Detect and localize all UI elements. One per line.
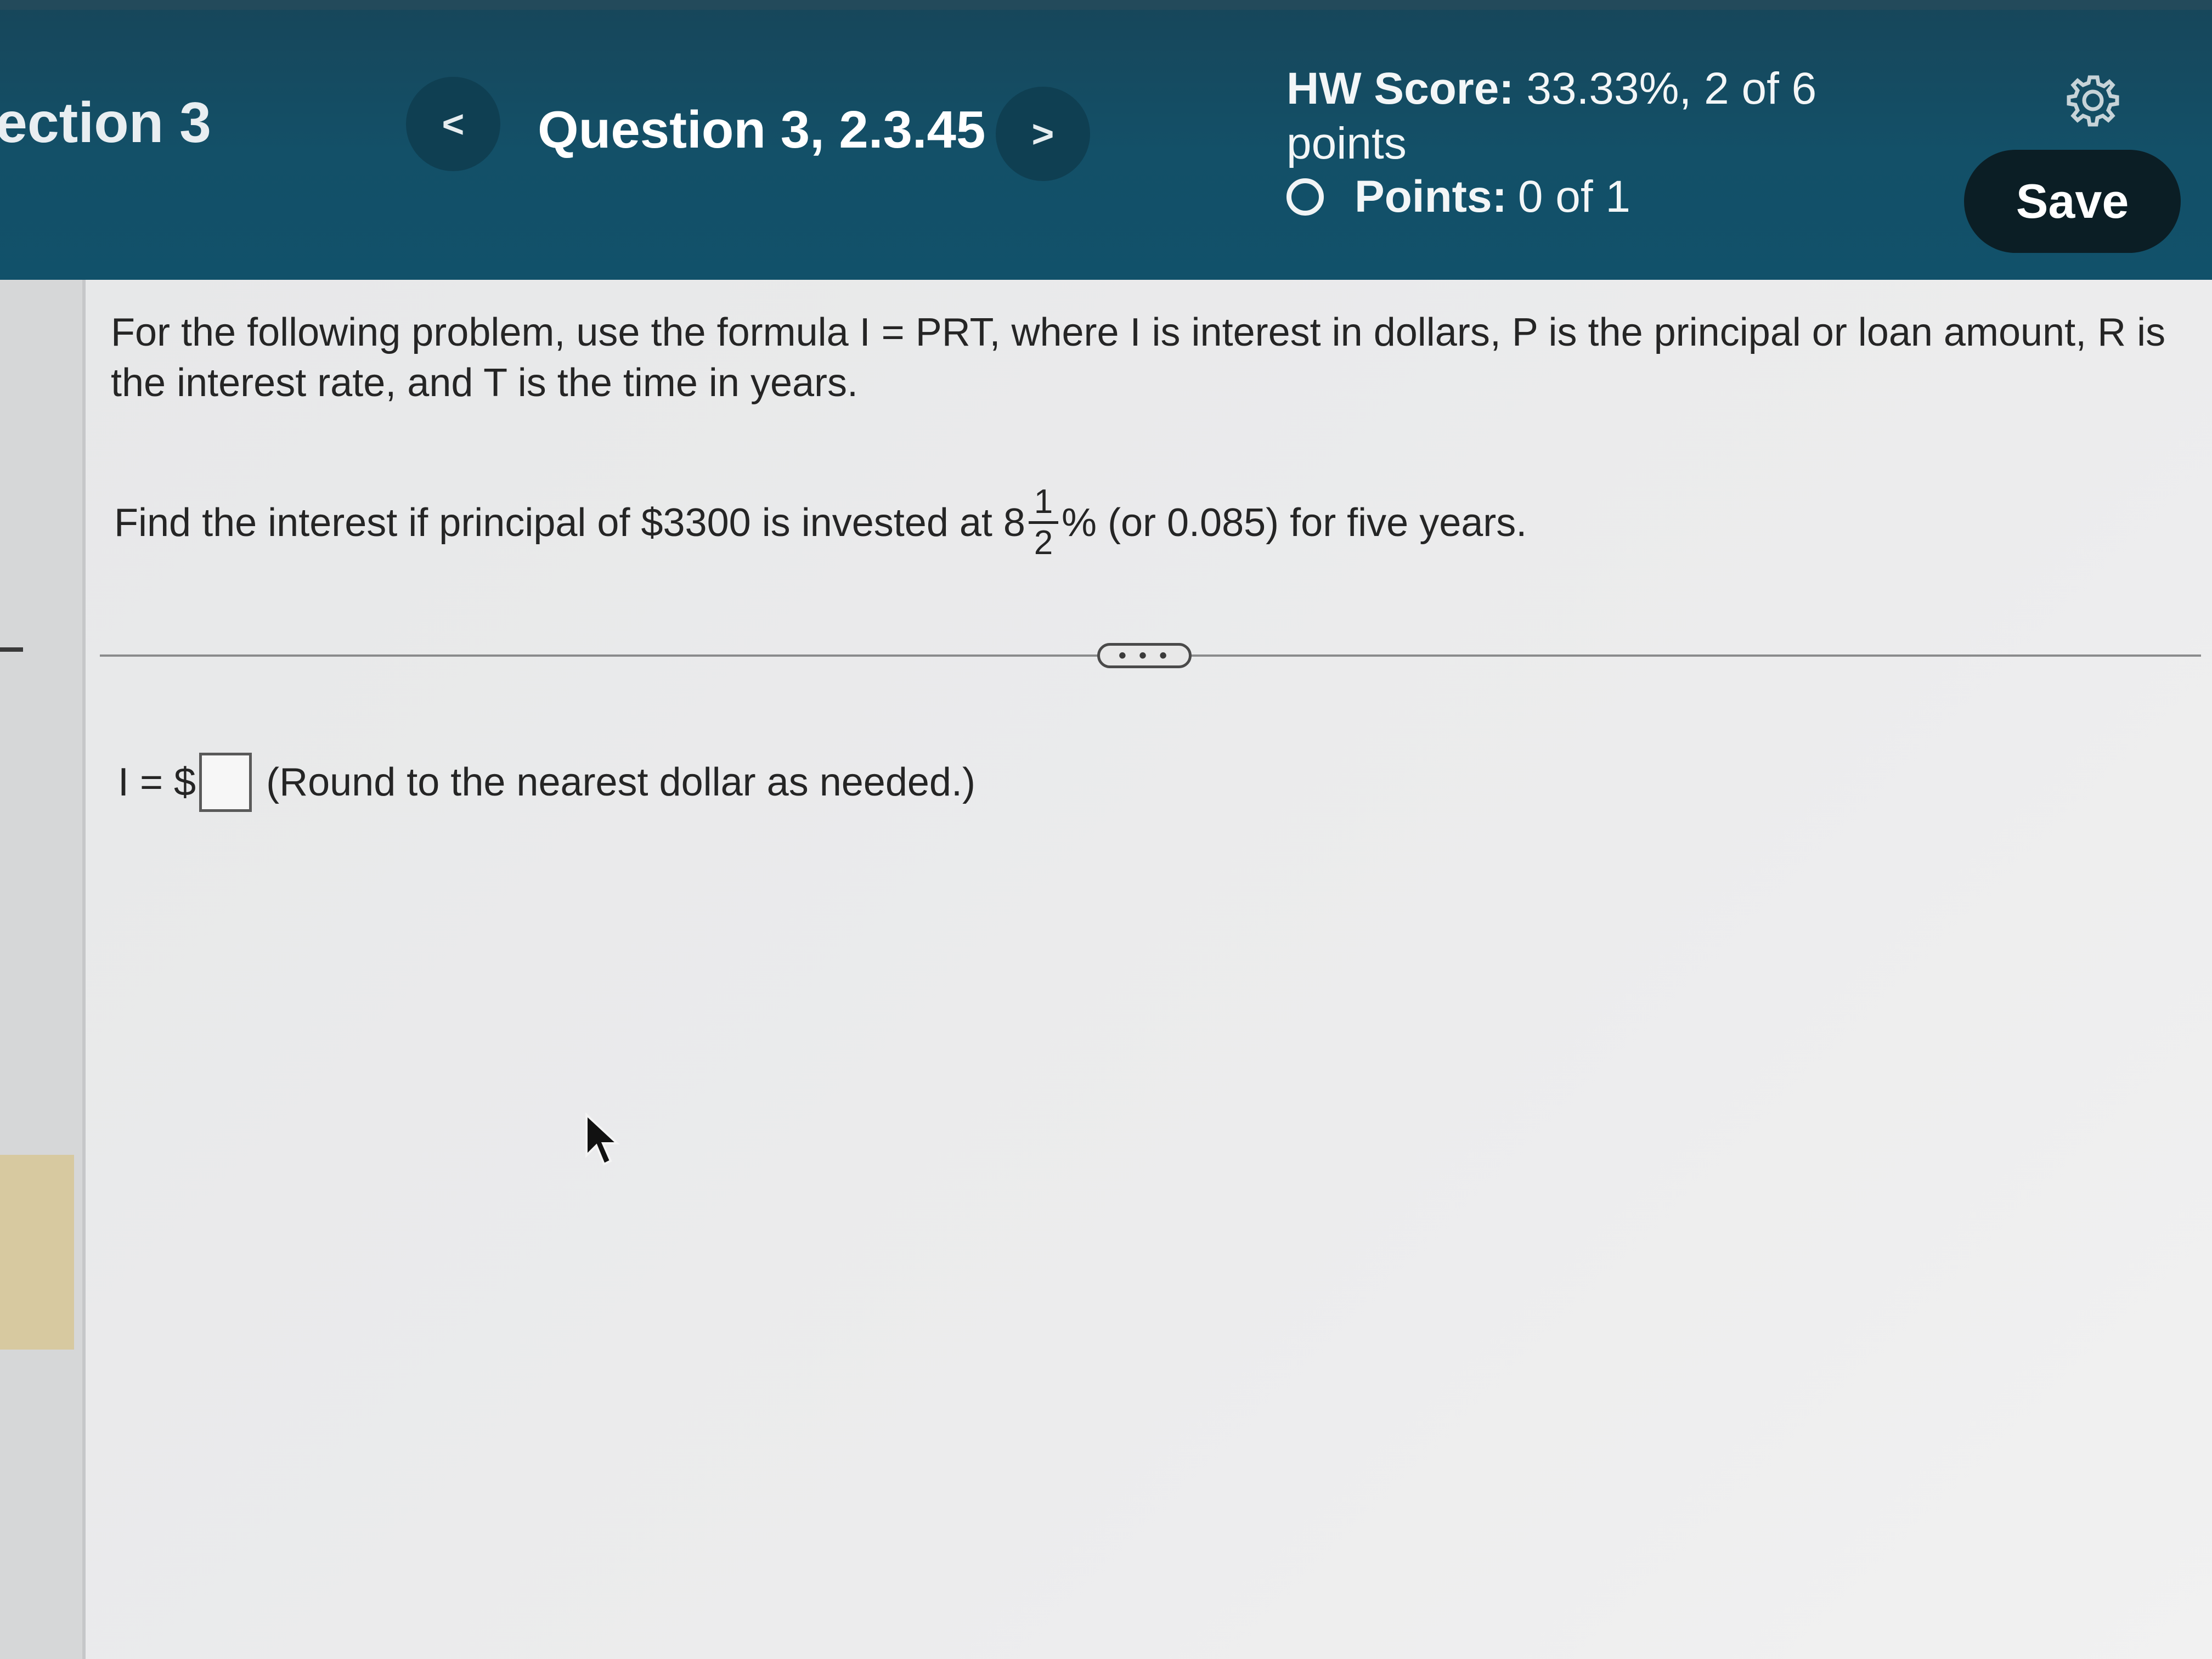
problem-question: Find the interest if principal of $3300 … bbox=[114, 483, 1527, 562]
hw-score-label: HW Score: bbox=[1286, 64, 1514, 114]
left-sidebar bbox=[0, 280, 86, 1659]
chevron-right-icon: > bbox=[1031, 112, 1054, 155]
header-top-strip bbox=[0, 0, 2212, 10]
problem-intro: For the following problem, use the formu… bbox=[111, 311, 2166, 405]
sidebar-dash bbox=[0, 647, 23, 652]
chevron-left-icon: < bbox=[442, 103, 465, 145]
points-value: 0 of 1 bbox=[1517, 172, 1631, 222]
sidebar-highlight bbox=[0, 1155, 74, 1350]
save-button[interactable]: Save bbox=[1964, 150, 2181, 253]
interest-answer-input[interactable] bbox=[199, 753, 252, 812]
question-text-after: % (or 0.085) for five years. bbox=[1061, 500, 1527, 545]
mouse-pointer-icon bbox=[585, 1113, 620, 1166]
expand-more-button[interactable]: • • • bbox=[1097, 643, 1192, 668]
circle-outline-icon bbox=[1286, 178, 1324, 216]
question-header: ection 3 < Question 3, 2.3.45 > HW Score… bbox=[0, 0, 2212, 280]
answer-prefix: I = $ bbox=[118, 760, 196, 804]
previous-question-button[interactable]: < bbox=[406, 77, 500, 171]
answer-hint: (Round to the nearest dollar as needed.) bbox=[266, 760, 975, 804]
points-label: Points: bbox=[1355, 172, 1507, 222]
hw-score: HW Score: 33.33%, 2 of 6 points bbox=[1286, 61, 1824, 171]
section-label: ection 3 bbox=[0, 91, 211, 155]
question-title: Question 3, 2.3.45 bbox=[538, 100, 986, 159]
fraction-numerator: 1 bbox=[1034, 483, 1053, 521]
answer-row: I = $ (Round to the nearest dollar as ne… bbox=[118, 753, 975, 812]
rate-fraction: 1 2 bbox=[1028, 483, 1058, 562]
points-status: Points: 0 of 1 bbox=[1286, 171, 1630, 223]
question-text-before: Find the interest if principal of $3300 … bbox=[114, 500, 1025, 545]
fraction-denominator: 2 bbox=[1034, 524, 1053, 562]
gear-icon[interactable] bbox=[2066, 73, 2120, 128]
next-question-button[interactable]: > bbox=[996, 87, 1090, 181]
